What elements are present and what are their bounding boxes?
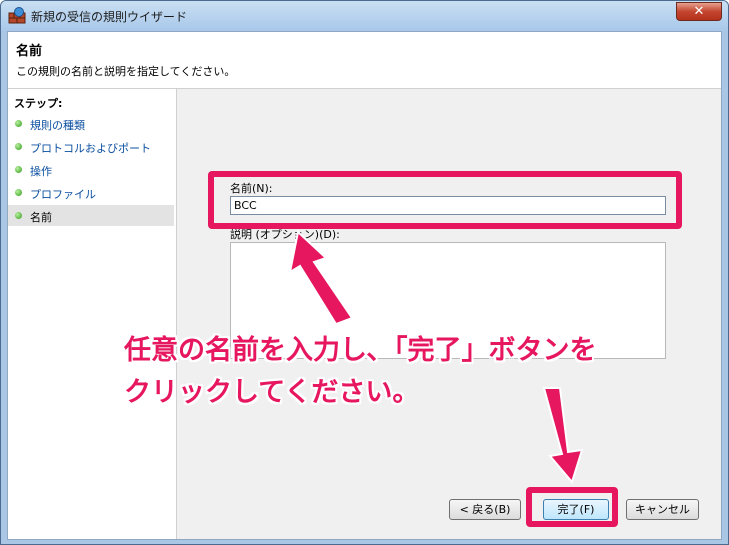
step-label: プロトコルおよびポート: [30, 142, 151, 155]
step-label: 名前: [30, 211, 52, 224]
step-rule-type[interactable]: 規則の種類: [8, 113, 174, 134]
name-field-highlight: [208, 171, 682, 229]
instruction-annotation: 任意の名前を入力し､「完了」ボタンを クリックしてください。: [124, 330, 597, 414]
step-status-icon: [15, 120, 22, 127]
step-profile[interactable]: プロファイル: [8, 182, 174, 203]
wizard-client: 名前 この規則の名前と説明を指定してください。 ステップ: 規則の種類 プロトコ…: [7, 31, 722, 540]
page-title: 名前: [16, 44, 43, 59]
main-panel: 名前(N): 説明 (オプション)(D): < 戻る(B) 完了(F) キャンセ…: [178, 89, 721, 539]
step-label: 操作: [30, 165, 52, 178]
instruction-line-1: 任意の名前を入力し､「完了」ボタンを: [124, 335, 597, 366]
steps-panel: ステップ: 規則の種類 プロトコルおよびポート 操作 プロファイル 名前: [8, 89, 177, 539]
step-status-icon: [15, 143, 22, 150]
back-button[interactable]: < 戻る(B): [449, 499, 521, 520]
close-button[interactable]: ✕: [676, 2, 722, 21]
window-title: 新規の受信の規則ウイザード: [31, 10, 188, 24]
cancel-button[interactable]: キャンセル: [626, 499, 699, 520]
wizard-window: 新規の受信の規則ウイザード ✕ 名前 この規則の名前と説明を指定してください。 …: [0, 0, 729, 545]
close-icon: ✕: [693, 4, 705, 19]
firewall-icon: [8, 7, 26, 24]
finish-button-highlight: [526, 487, 618, 527]
step-label: 規則の種類: [30, 119, 85, 132]
instruction-line-2: クリックしてください。: [124, 377, 420, 408]
step-status-icon: [15, 166, 22, 173]
steps-title: ステップ:: [14, 97, 63, 110]
step-status-icon: [15, 189, 22, 196]
step-label: プロファイル: [30, 188, 96, 201]
step-action[interactable]: 操作: [8, 159, 174, 180]
step-name[interactable]: 名前: [8, 205, 174, 226]
title-bar: 新規の受信の規則ウイザード ✕: [1, 1, 728, 31]
step-protocol-port[interactable]: プロトコルおよびポート: [8, 136, 174, 157]
step-status-icon: [15, 212, 22, 219]
page-subtitle: この規則の名前と説明を指定してください。: [16, 65, 236, 78]
wizard-header: 名前 この規則の名前と説明を指定してください。: [8, 32, 721, 89]
